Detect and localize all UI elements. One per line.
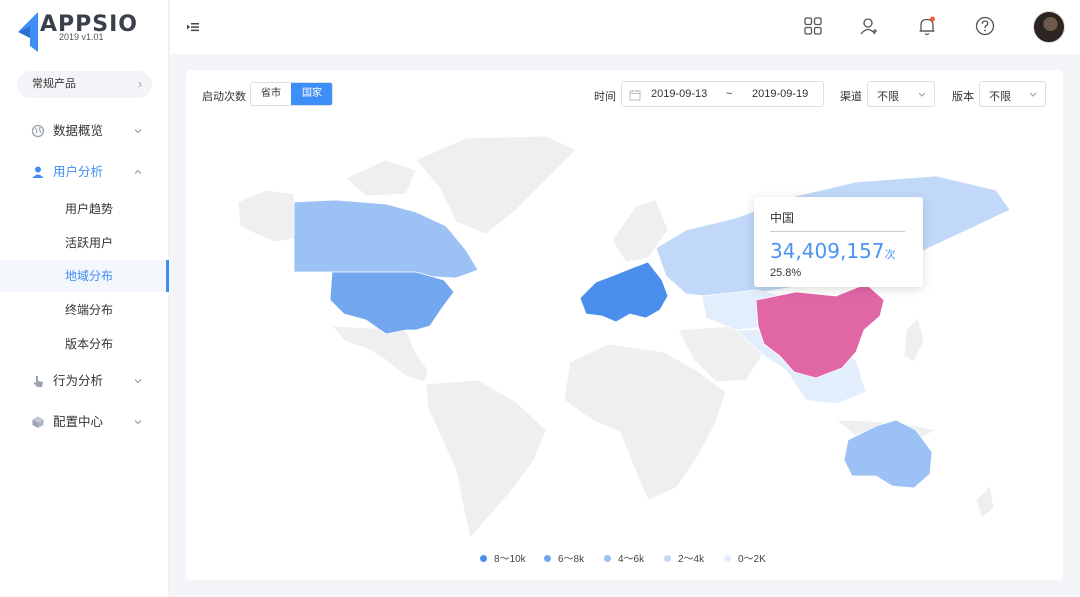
legend-item[interactable]: 6～8k — [544, 550, 584, 565]
chevron-right-icon: › — [138, 77, 142, 91]
region-distribution-card: 启动次数 省市 国家 时间 2019-09-13 ~ 2019-09-19 渠道… — [186, 70, 1063, 580]
legend-dot — [724, 555, 731, 562]
legend-item[interactable]: 4～6k — [604, 550, 644, 565]
region-greenland — [415, 135, 577, 235]
brand-version: 2019 v1.01 — [59, 32, 104, 42]
region-type-toggle: 省市 国家 — [250, 82, 333, 106]
top-header — [170, 0, 1080, 54]
globe-icon — [31, 124, 45, 138]
tooltip-number: 34,409,157 — [770, 239, 885, 263]
tooltip-value: 34,409,157次 — [770, 239, 896, 263]
region-canada — [293, 199, 479, 279]
menu-data-overview[interactable]: 数据概览 — [0, 116, 169, 146]
submenu-region-distribution[interactable]: 地域分布 — [0, 260, 169, 292]
menu-label: 配置中心 — [53, 415, 104, 429]
notification-bell-icon[interactable] — [916, 15, 938, 37]
region-usa — [329, 271, 455, 335]
pointer-icon — [33, 376, 43, 387]
legend-item[interactable]: 0～2K — [724, 550, 766, 565]
menu-label: 用户分析 — [53, 165, 104, 179]
legend-dot — [544, 555, 551, 562]
chevron-down-icon — [134, 379, 142, 384]
date-range-picker[interactable]: 2019-09-13 ~ 2019-09-19 — [621, 81, 824, 107]
channel-label: 渠道 — [840, 91, 862, 103]
legend-dot — [664, 555, 671, 562]
date-end: 2019-09-19 — [752, 88, 809, 100]
map-tooltip: 中国 34,409,157次 25.8% — [754, 197, 923, 287]
region-alaska — [237, 189, 297, 243]
menu-config-center[interactable]: 配置中心 — [0, 407, 169, 437]
toggle-country[interactable]: 国家 — [291, 83, 332, 105]
region-arctic-islands — [345, 159, 417, 197]
chevron-down-icon — [1029, 92, 1037, 97]
help-icon[interactable] — [974, 15, 996, 37]
legend-label: 8～10k — [494, 554, 526, 565]
apps-grid-icon[interactable] — [802, 15, 824, 37]
brand-logo[interactable]: APPSIO 2019 v1.01 — [16, 10, 166, 54]
toggle-province[interactable]: 省市 — [251, 83, 291, 105]
legend-label: 2～4k — [678, 554, 705, 565]
tooltip-divider — [770, 231, 905, 232]
chevron-down-icon — [134, 129, 142, 134]
launch-count-label: 启动次数 — [202, 91, 246, 103]
chevron-down-icon — [134, 420, 142, 425]
date-start: 2019-09-13 — [651, 88, 708, 100]
version-select[interactable]: 不限 — [979, 81, 1046, 107]
box-icon — [32, 416, 44, 428]
submenu-terminal-distribution[interactable]: 终端分布 — [0, 294, 169, 326]
region-japan — [903, 317, 925, 363]
legend-item[interactable]: 2～4k — [664, 550, 704, 565]
region-europe — [579, 261, 669, 323]
tooltip-percent: 25.8% — [770, 267, 802, 279]
product-selector[interactable]: 常规产品 › — [17, 71, 152, 98]
avatar[interactable] — [1033, 11, 1065, 43]
legend-label: 6～8k — [558, 554, 585, 565]
channel-value: 不限 — [877, 91, 899, 103]
menu-label: 行为分析 — [53, 374, 104, 388]
legend-item[interactable]: 8～10k — [480, 550, 526, 565]
legend-label: 4～6k — [618, 554, 645, 565]
tooltip-unit: 次 — [884, 248, 896, 261]
world-map[interactable] — [216, 130, 1056, 540]
calendar-icon — [629, 90, 641, 101]
chevron-down-icon — [918, 92, 926, 97]
region-new-zealand — [975, 485, 995, 519]
user-profile-icon[interactable] — [858, 15, 880, 37]
menu-user-analysis[interactable]: 用户分析 — [0, 157, 169, 187]
time-label: 时间 — [594, 91, 616, 103]
menu-behavior-analysis[interactable]: 行为分析 — [0, 366, 169, 396]
menu-label: 数据概览 — [53, 124, 104, 138]
sidebar: APPSIO 2019 v1.01 常规产品 › 数据概览 用户分析 用户趋势 … — [0, 0, 169, 597]
legend-label: 0～2K — [738, 554, 766, 565]
version-value: 不限 — [989, 91, 1011, 103]
region-china — [755, 283, 885, 379]
date-separator: ~ — [726, 88, 733, 100]
region-mexico — [331, 325, 429, 383]
submenu-active-users[interactable]: 活跃用户 — [0, 227, 169, 259]
region-south-america — [425, 379, 547, 539]
brand-mark-icon — [18, 12, 38, 52]
channel-select[interactable]: 不限 — [867, 81, 935, 107]
legend-dot — [480, 555, 487, 562]
legend-dot — [604, 555, 611, 562]
product-label: 常规产品 — [32, 78, 76, 90]
user-icon — [32, 166, 44, 178]
version-label: 版本 — [952, 91, 974, 103]
tooltip-country: 中国 — [770, 211, 795, 225]
submenu-user-trend[interactable]: 用户趋势 — [0, 193, 169, 225]
submenu-version-distribution[interactable]: 版本分布 — [0, 328, 169, 360]
chevron-up-icon — [134, 169, 142, 174]
collapse-menu-icon[interactable] — [185, 19, 201, 35]
